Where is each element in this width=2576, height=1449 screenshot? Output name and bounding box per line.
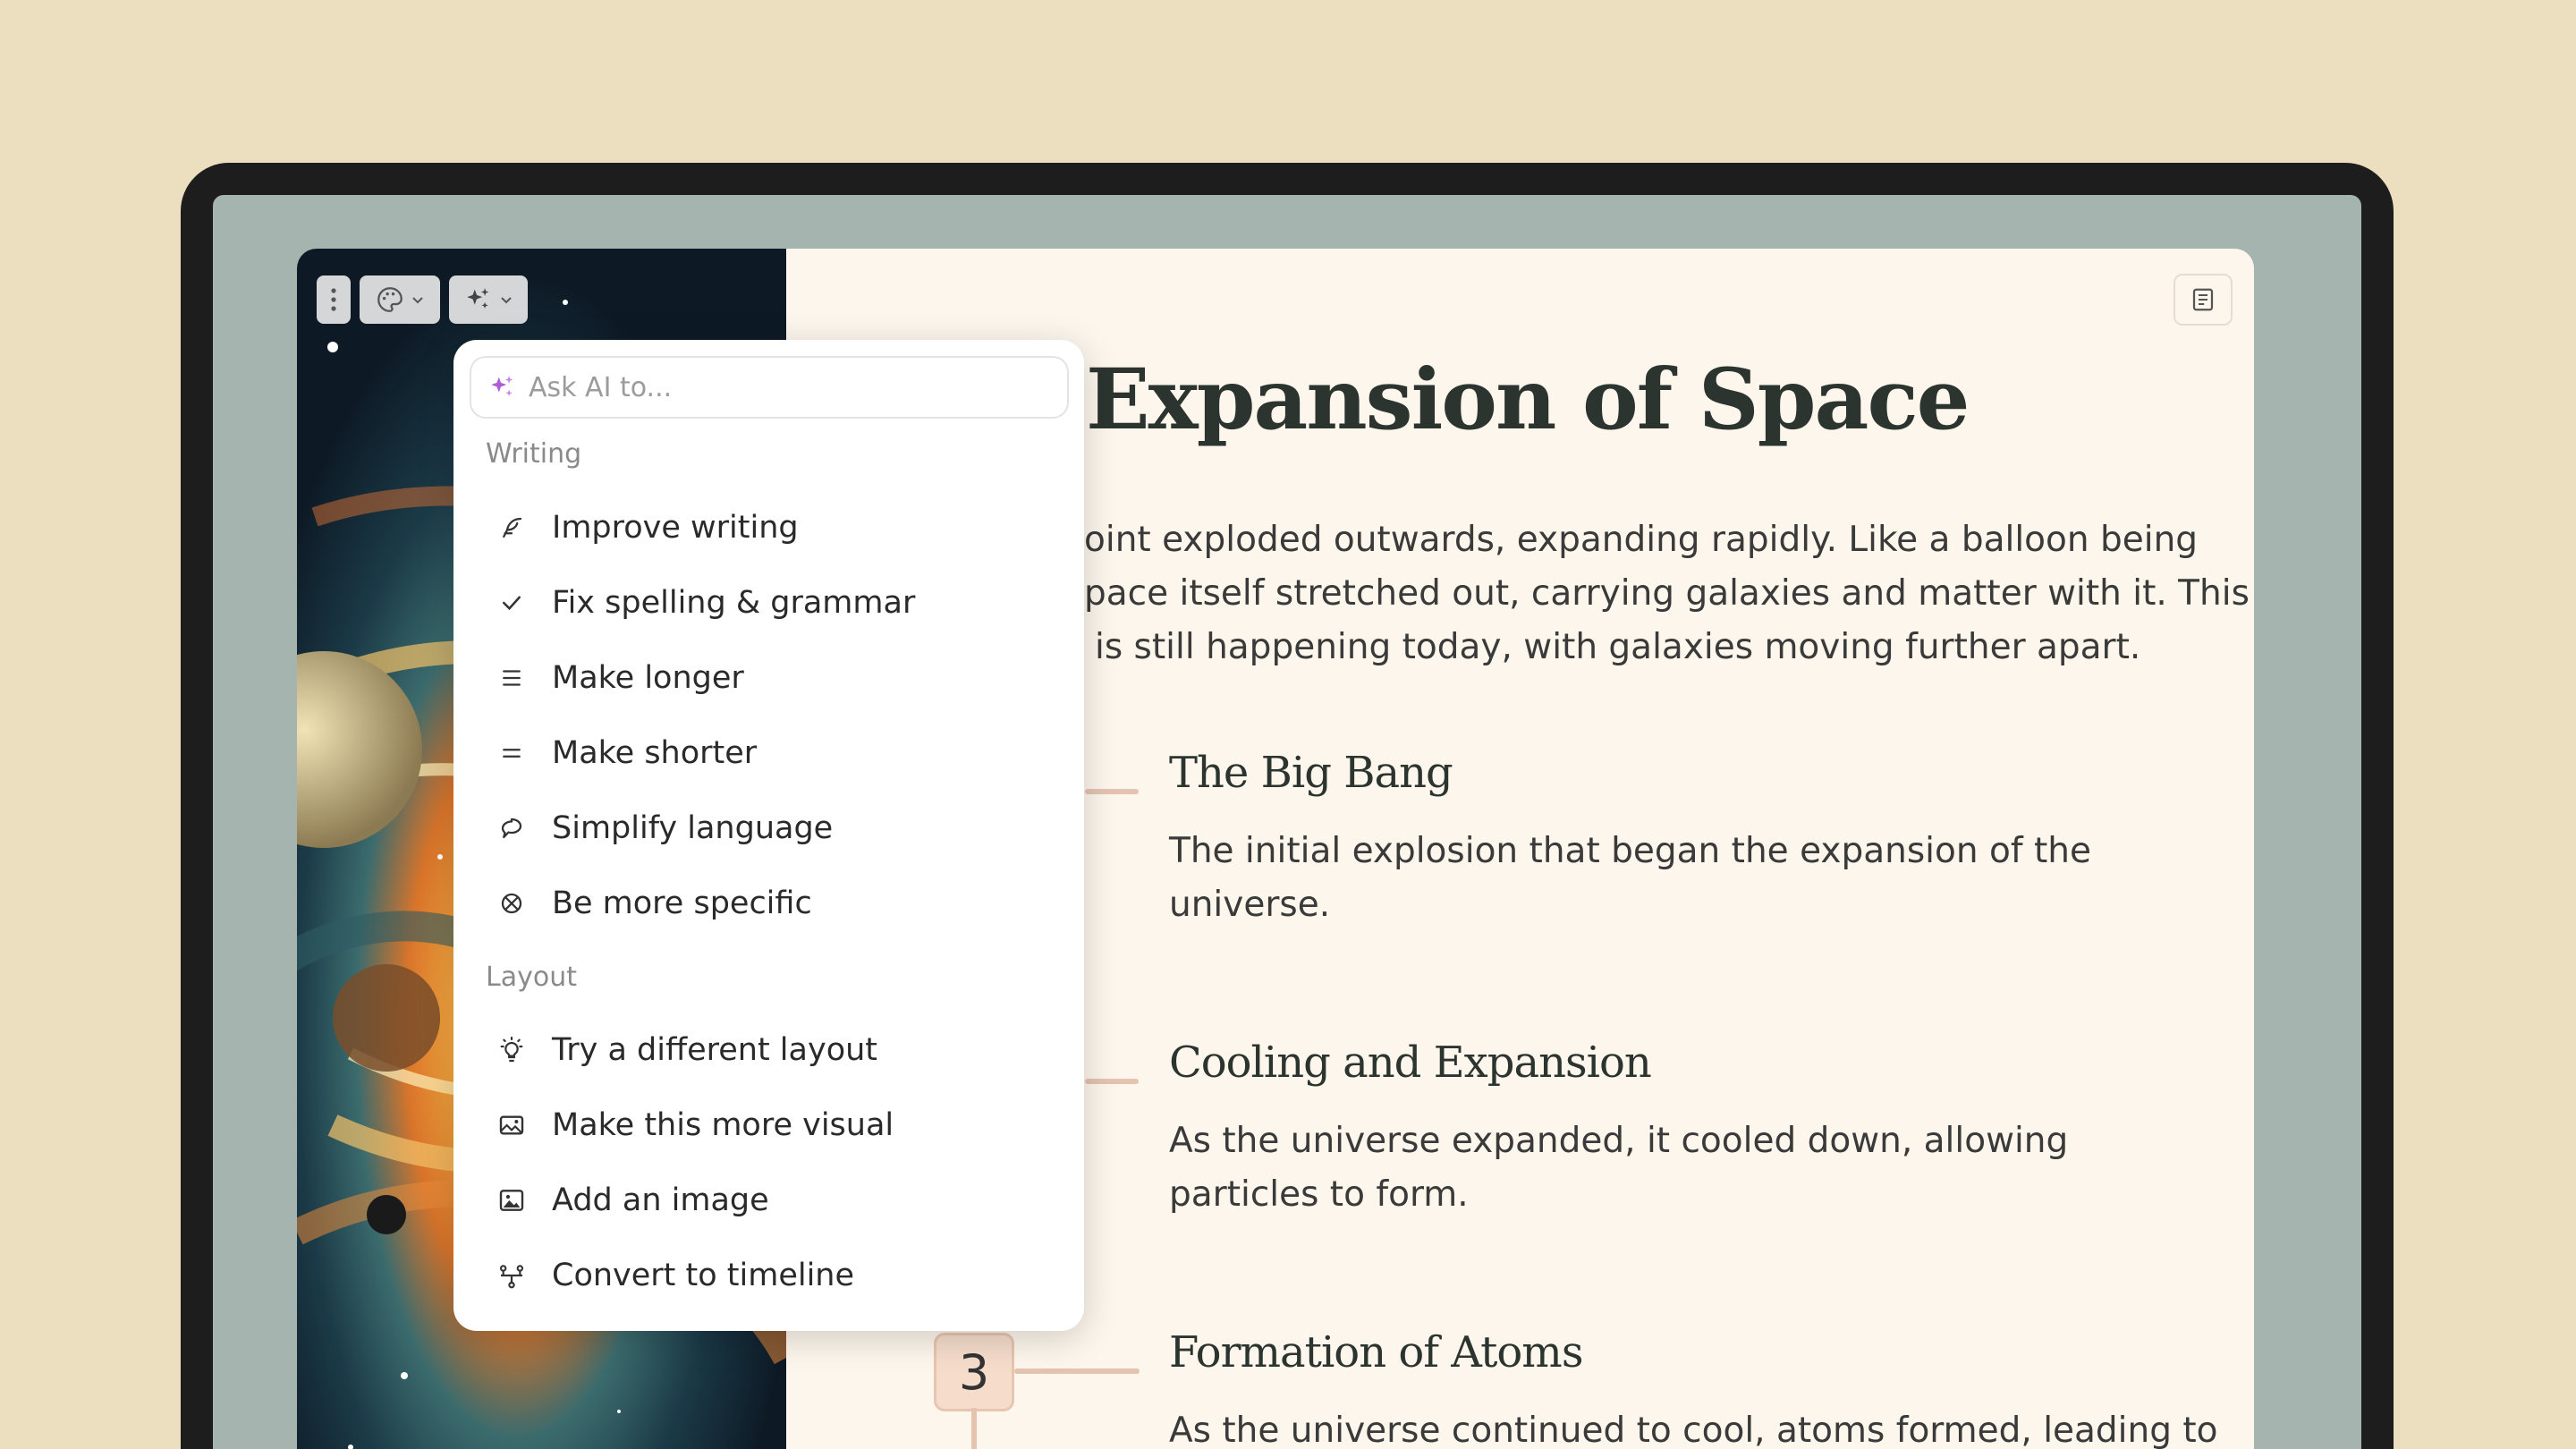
menu-item-label: Convert to timeline	[552, 1258, 855, 1293]
timeline-connector	[1014, 1368, 1140, 1374]
menu-item-label: Make shorter	[552, 735, 758, 771]
theme-button[interactable]	[360, 275, 440, 324]
menu-item-label: Try a different layout	[552, 1032, 878, 1068]
menu-item-make-shorter[interactable]: Make shorter	[470, 720, 1069, 786]
menu-item-make-longer[interactable]: Make longer	[470, 645, 1069, 711]
timeline-vertical-line	[971, 1408, 977, 1449]
timeline-heading[interactable]: The Big Bang	[1169, 748, 1453, 798]
menu-item-convert-timeline[interactable]: Convert to timeline	[470, 1242, 1069, 1309]
check-icon	[496, 588, 527, 618]
timeline-body[interactable]: As the universe expanded, it cooled down…	[1169, 1114, 2135, 1222]
chevron-down-icon	[501, 297, 512, 304]
image-icon	[496, 1185, 527, 1216]
drag-handle-button[interactable]	[317, 275, 351, 324]
menu-item-label: Simplify language	[552, 810, 834, 846]
document-icon	[2192, 288, 2214, 311]
focus-icon	[496, 888, 527, 919]
speech-bubble-icon	[496, 813, 527, 843]
two-lines-icon	[496, 738, 527, 768]
menu-item-simplify-language[interactable]: Simplify language	[470, 795, 1069, 861]
intro-line: is still happening today, with galaxies …	[1095, 627, 2141, 667]
ai-menu: Writing Improve writing Fix spelling & g…	[453, 340, 1084, 1331]
ask-ai-field[interactable]	[470, 356, 1069, 419]
block-toolbar	[317, 275, 528, 324]
intro-line: oint exploded outwards, expanding rapidl…	[1084, 520, 2199, 560]
timeline-number-badge: 3	[934, 1333, 1014, 1411]
document-button[interactable]	[2174, 274, 2233, 326]
menu-item-label: Improve writing	[552, 510, 799, 546]
timeline-connector	[1085, 789, 1139, 794]
menu-item-more-visual[interactable]: Make this more visual	[470, 1092, 1069, 1158]
ask-ai-input[interactable]	[529, 371, 1030, 403]
intro-paragraph[interactable]: oint exploded outwards, expanding rapidl…	[1084, 513, 2250, 674]
timeline-body[interactable]: The initial explosion that began the exp…	[1169, 825, 2135, 932]
chevron-down-icon	[412, 297, 423, 304]
menu-item-fix-spelling[interactable]: Fix spelling & grammar	[470, 570, 1069, 636]
menu-item-add-image[interactable]: Add an image	[470, 1167, 1069, 1233]
menu-item-label: Make this more visual	[552, 1107, 894, 1143]
page-title[interactable]: Expansion of Space	[1086, 351, 1970, 449]
menu-item-improve-writing[interactable]: Improve writing	[470, 495, 1069, 561]
palette-icon	[377, 287, 402, 312]
feather-icon	[496, 513, 527, 543]
section-label-writing: Writing	[486, 438, 582, 470]
lightbulb-icon	[496, 1035, 527, 1065]
sparkles-icon	[491, 376, 513, 396]
gallery-icon	[496, 1110, 527, 1140]
timeline-heading[interactable]: Formation of Atoms	[1169, 1327, 1583, 1377]
section-label-layout: Layout	[486, 962, 577, 993]
vertical-dots-icon	[331, 288, 336, 311]
timeline-body[interactable]: As the universe continued to cool, atoms…	[1169, 1404, 2218, 1449]
timeline-connector	[1085, 1079, 1139, 1084]
menu-item-be-more-specific[interactable]: Be more specific	[470, 870, 1069, 936]
lines-icon	[496, 663, 527, 693]
menu-item-label: Add an image	[552, 1182, 769, 1218]
menu-item-different-layout[interactable]: Try a different layout	[470, 1017, 1069, 1083]
ai-button[interactable]	[449, 275, 528, 324]
timeline-icon	[496, 1260, 527, 1291]
menu-item-label: Fix spelling & grammar	[552, 585, 916, 621]
intro-line: pace itself stretched out, carrying gala…	[1084, 573, 2250, 614]
sparkles-icon	[467, 288, 489, 309]
menu-item-label: Be more specific	[552, 886, 812, 921]
timeline-heading[interactable]: Cooling and Expansion	[1169, 1038, 1652, 1088]
menu-item-label: Make longer	[552, 660, 744, 696]
